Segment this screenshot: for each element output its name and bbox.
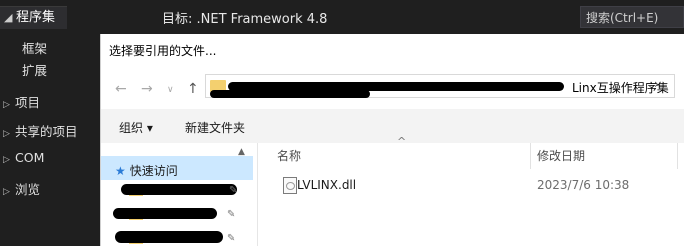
reference-manager-sidebar: 框架 扩展 ▷ 项目 ▷ 共享的项目 ▷ COM ▷ 浏览 xyxy=(0,34,100,246)
new-folder-button[interactable]: 新建文件夹 xyxy=(185,119,245,136)
assemblies-tab[interactable]: ◢ 程序集 xyxy=(0,6,68,29)
chevron-right-icon: › xyxy=(654,77,659,91)
redacted-folder-name xyxy=(113,208,217,219)
expand-arrow-icon: ▷ xyxy=(3,155,10,165)
organize-button[interactable]: 组织 ▾ xyxy=(119,119,153,136)
column-separator[interactable] xyxy=(677,143,678,169)
address-bar[interactable]: Linx互操作程序集 › xyxy=(205,74,675,98)
pin-icon: ✎ xyxy=(229,185,238,196)
dialog-title: 选择要引用的文件... xyxy=(109,44,217,58)
sidebar-item-label: 浏览 xyxy=(15,182,41,197)
quick-access-text: 快速访问 xyxy=(129,164,178,178)
up-icon[interactable]: ↑ xyxy=(187,81,199,97)
file-picker-dialog: 选择要引用的文件... ← → ∨ ↑ Linx互操作程序集 › 组织 ▾ 新建… xyxy=(100,34,684,246)
pin-icon: ✎ xyxy=(227,233,236,244)
dll-file-icon xyxy=(283,177,297,194)
sidebar-item-projects[interactable]: ▷ 项目 xyxy=(3,92,40,111)
sidebar-item-extensions[interactable]: 扩展 xyxy=(22,60,47,79)
sidebar-item-label: 共享的项目 xyxy=(15,124,78,139)
collapse-arrow-icon: ◢ xyxy=(4,11,13,24)
recent-locations-icon[interactable]: ∨ xyxy=(167,85,174,95)
sidebar-item-framework[interactable]: 框架 xyxy=(22,38,47,57)
forward-icon[interactable]: → xyxy=(141,81,153,97)
column-header-date[interactable]: 修改日期 xyxy=(537,147,585,164)
file-list-item[interactable]: LVLINX.dll 2023/7/6 10:38 xyxy=(271,174,681,196)
dialog-toolbar: 组织 ▾ 新建文件夹 xyxy=(101,109,684,143)
column-separator[interactable] xyxy=(530,143,531,169)
expand-arrow-icon: ▷ xyxy=(3,100,10,110)
target-framework-label: 目标: .NET Framework 4.8 xyxy=(162,12,328,27)
file-date: 2023/7/6 10:38 xyxy=(537,178,630,192)
search-input[interactable]: 搜索(Ctrl+E) xyxy=(580,6,684,28)
pane-divider[interactable] xyxy=(257,143,258,246)
sort-caret-icon: ^ xyxy=(397,135,407,148)
sidebar-item-label: COM xyxy=(15,150,45,165)
redacted-folder-name xyxy=(121,184,237,195)
sidebar-item-shared-projects[interactable]: ▷ 共享的项目 xyxy=(3,121,78,140)
expand-arrow-icon: ▷ xyxy=(3,129,10,139)
redacted-path xyxy=(210,90,370,98)
redacted-folder-name xyxy=(115,231,223,243)
file-name: LVLINX.dll xyxy=(297,178,357,192)
pin-icon: ✎ xyxy=(227,209,236,220)
reference-manager-header: ◢ 程序集 目标: .NET Framework 4.8 搜索(Ctrl+E) xyxy=(0,0,684,34)
sidebar-item-com[interactable]: ▷ COM xyxy=(3,150,44,165)
sidebar-item-label: 项目 xyxy=(15,95,41,110)
column-header-name[interactable]: 名称 xyxy=(277,147,301,164)
sidebar-item-browse[interactable]: ▷ 浏览 xyxy=(3,179,40,198)
assemblies-label: 程序集 xyxy=(16,10,56,25)
expand-arrow-icon: ▷ xyxy=(3,187,10,197)
back-icon[interactable]: ← xyxy=(115,81,127,97)
quick-access-label: ★ 快速访问 xyxy=(115,162,178,179)
star-icon: ★ xyxy=(115,164,126,178)
